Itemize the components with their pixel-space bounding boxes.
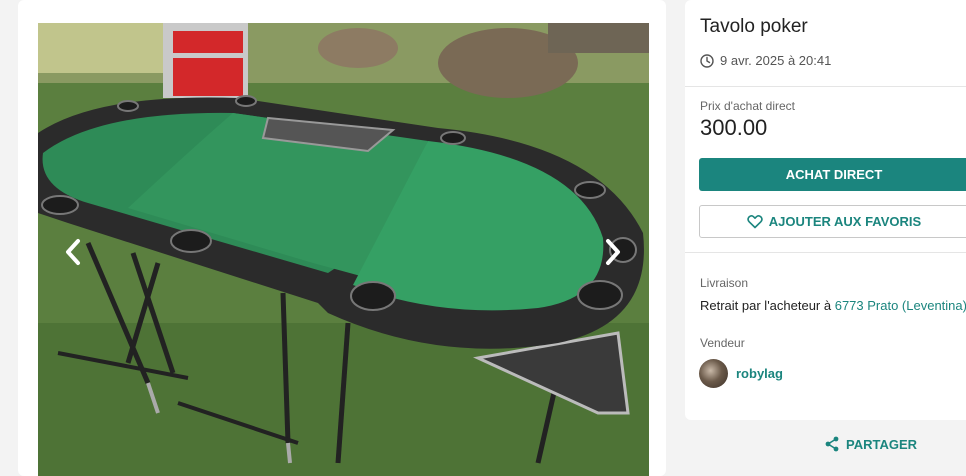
chevron-right-icon — [606, 239, 620, 265]
gallery-prev-button[interactable] — [56, 234, 90, 270]
buy-now-label: ACHAT DIRECT — [785, 167, 883, 182]
listing-title: Tavolo poker — [700, 16, 808, 37]
listing-date-text: 9 avr. 2025 à 20:41 — [720, 53, 832, 68]
seller-avatar[interactable] — [699, 359, 728, 388]
delivery-label: Livraison — [700, 276, 749, 290]
clock-icon — [700, 53, 714, 68]
heart-outline-icon — [747, 215, 763, 229]
listing-photo[interactable] — [38, 23, 649, 476]
add-to-favorites-button[interactable]: AJOUTER AUX FAVORIS — [699, 205, 966, 238]
chevron-left-icon — [66, 239, 80, 265]
poker-table-image — [38, 23, 649, 476]
seller-link[interactable]: robylag — [699, 359, 783, 388]
gallery-next-button[interactable] — [596, 234, 630, 270]
share-label: PARTAGER — [846, 436, 918, 452]
delivery-prefix: Retrait par l'acheteur à — [700, 298, 835, 313]
divider — [685, 252, 966, 253]
share-button[interactable]: PARTAGER — [824, 436, 917, 452]
seller-label: Vendeur — [700, 336, 745, 350]
buy-now-button[interactable]: ACHAT DIRECT — [699, 158, 966, 191]
price-label: Prix d'achat direct — [700, 99, 795, 113]
delivery-location-link[interactable]: 6773 Prato (Leventina) — [835, 298, 966, 313]
seller-name[interactable]: robylag — [736, 366, 783, 381]
divider — [685, 86, 966, 87]
share-icon — [825, 436, 839, 452]
add-to-favorites-label: AJOUTER AUX FAVORIS — [768, 214, 922, 229]
listing-page: Tavolo poker 9 avr. 2025 à 20:41 Prix d'… — [0, 0, 966, 476]
delivery-info: Retrait par l'acheteur à 6773 Prato (Lev… — [700, 298, 966, 313]
listing-date: 9 avr. 2025 à 20:41 — [700, 53, 831, 68]
price-value: 300.00 — [700, 115, 768, 140]
